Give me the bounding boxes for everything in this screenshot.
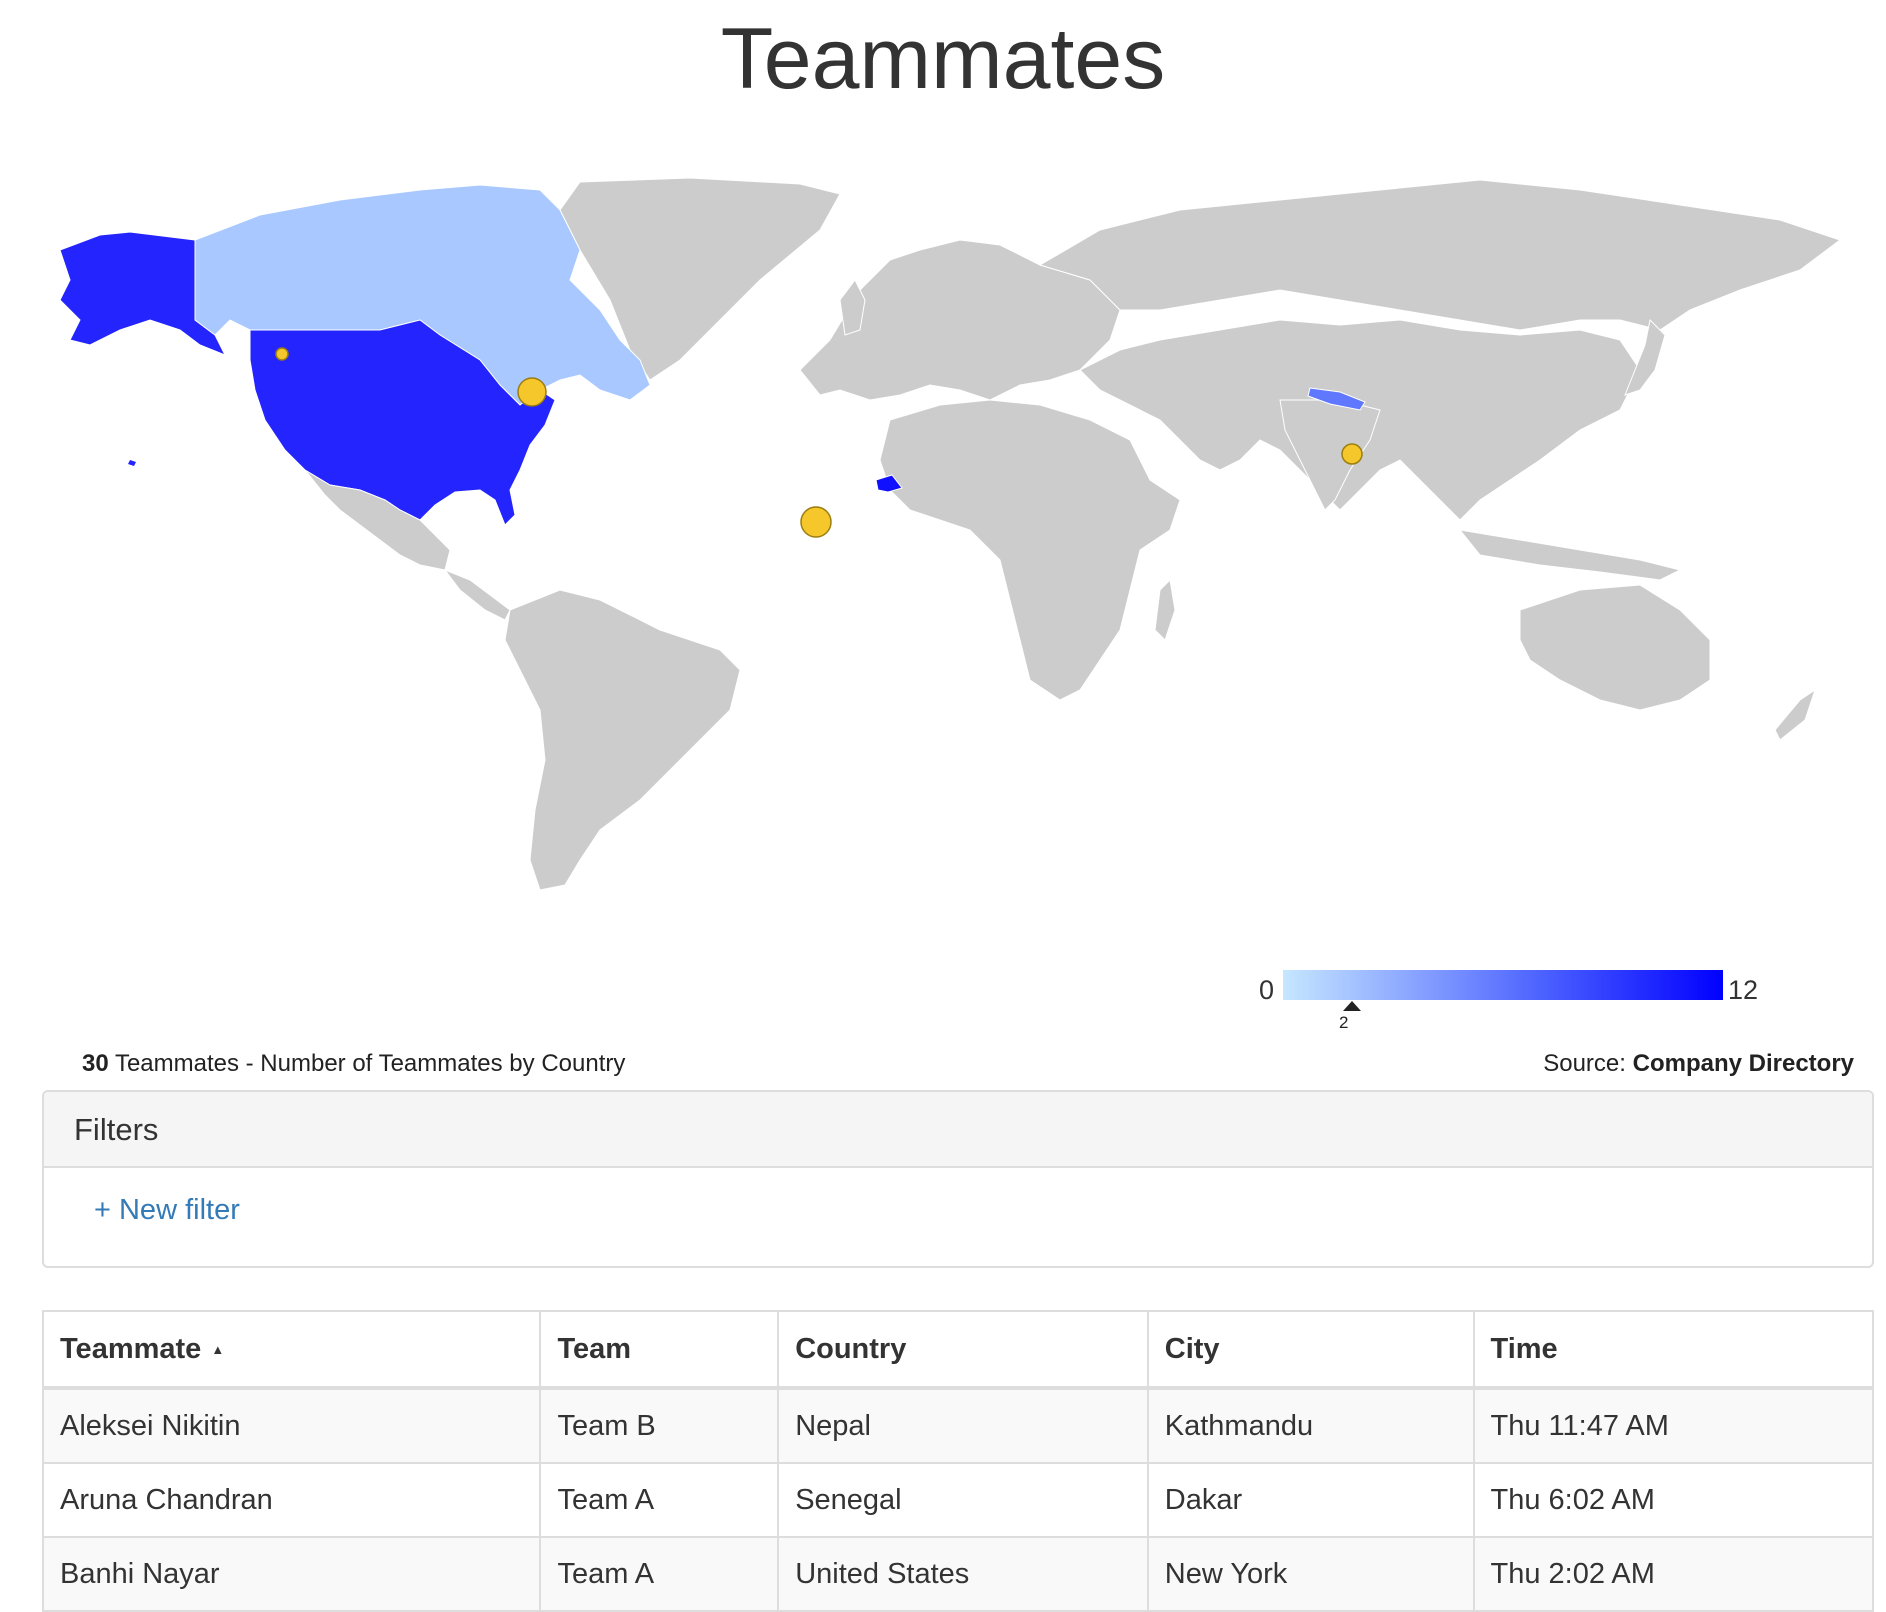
- continent-africa: [879, 399, 1181, 701]
- column-header-label: City: [1164, 1332, 1220, 1365]
- cell-time: Thu 6:02 AM: [1472, 1462, 1874, 1538]
- map-source: Source: Company Directory: [1543, 1050, 1854, 1078]
- caption-text: Teammates - Number of Teammates by Count…: [108, 1050, 626, 1077]
- source-name: Company Directory: [1632, 1050, 1854, 1077]
- continent-north-asia: [1038, 179, 1842, 331]
- table-header-row: Teammate ▲ Team Country City Time: [41, 1310, 1874, 1390]
- legend-marker-label: 2: [1339, 1013, 1349, 1032]
- cell-team: Team A: [539, 1462, 780, 1538]
- source-label: Source:: [1543, 1050, 1633, 1077]
- column-header-city[interactable]: City: [1146, 1310, 1475, 1390]
- cell-city: New York: [1146, 1536, 1475, 1612]
- column-header-label: Time: [1490, 1332, 1558, 1365]
- bubble-seattle: [275, 347, 289, 361]
- column-header-label: Country: [795, 1332, 907, 1365]
- cell-country: United States: [777, 1536, 1149, 1612]
- page-title: Teammates: [720, 11, 1166, 107]
- cell-teammate: Banhi Nayar: [41, 1536, 542, 1612]
- new-filter-link[interactable]: + New filter: [94, 1194, 240, 1227]
- page: Teammates 0 12 2 30 Teammates - Number o…: [0, 0, 1886, 1612]
- cell-city: Dakar: [1146, 1462, 1475, 1538]
- cell-team: Team A: [539, 1536, 780, 1612]
- column-header-label: Teammate: [60, 1332, 202, 1365]
- continent-south-america: [504, 589, 741, 891]
- teammates-table: Teammate ▲ Team Country City Time Aleksei…: [41, 1310, 1874, 1612]
- legend-min-label: 0: [1258, 975, 1274, 1005]
- country-australia: [1519, 584, 1711, 711]
- table-row[interactable]: Banhi Nayar Team A United States New Yor…: [41, 1536, 1874, 1612]
- cell-time: Thu 11:47 AM: [1472, 1387, 1874, 1464]
- filters-panel: Filters + New filter: [42, 1090, 1874, 1268]
- cell-teammate: Aruna Chandran: [41, 1462, 542, 1538]
- column-header-time[interactable]: Time: [1472, 1310, 1874, 1390]
- cell-teammate: Aleksei Nikitin: [41, 1387, 542, 1464]
- table-row[interactable]: Aleksei Nikitin Team B Nepal Kathmandu T…: [41, 1387, 1874, 1464]
- region-hawaii: [128, 460, 136, 466]
- table-row[interactable]: Aruna Chandran Team A Senegal Dakar Thu …: [41, 1462, 1874, 1538]
- sort-ascending-icon: ▲: [211, 1342, 225, 1358]
- bubble-dakar: [800, 506, 832, 538]
- bubble-new-york: [517, 377, 547, 407]
- legend-max-label: 12: [1728, 975, 1759, 1005]
- world-map[interactable]: [40, 170, 1880, 891]
- country-madagascar: [1154, 578, 1176, 641]
- legend-color-scale: [1283, 970, 1723, 1000]
- column-header-teammate[interactable]: Teammate ▲: [41, 1310, 542, 1390]
- map-legend: 0 12 2: [1240, 965, 1780, 1035]
- filters-title: Filters: [44, 1092, 1872, 1168]
- country-new-zealand: [1774, 688, 1816, 741]
- legend-marker-icon: [1343, 1001, 1361, 1011]
- country-central-america: [443, 568, 511, 621]
- teammate-count: 30: [82, 1050, 109, 1077]
- cell-country: Senegal: [777, 1462, 1149, 1538]
- cell-city: Kathmandu: [1146, 1387, 1475, 1464]
- column-header-label: Team: [557, 1332, 632, 1365]
- cell-time: Thu 2:02 AM: [1472, 1536, 1874, 1612]
- bubble-kathmandu: [1341, 443, 1363, 465]
- column-header-team[interactable]: Team: [539, 1310, 780, 1390]
- map-caption: 30 Teammates - Number of Teammates by Co…: [82, 1050, 625, 1078]
- column-header-country[interactable]: Country: [777, 1310, 1149, 1390]
- region-indonesia: [1458, 529, 1682, 581]
- cell-country: Nepal: [777, 1387, 1149, 1464]
- cell-team: Team B: [539, 1387, 780, 1464]
